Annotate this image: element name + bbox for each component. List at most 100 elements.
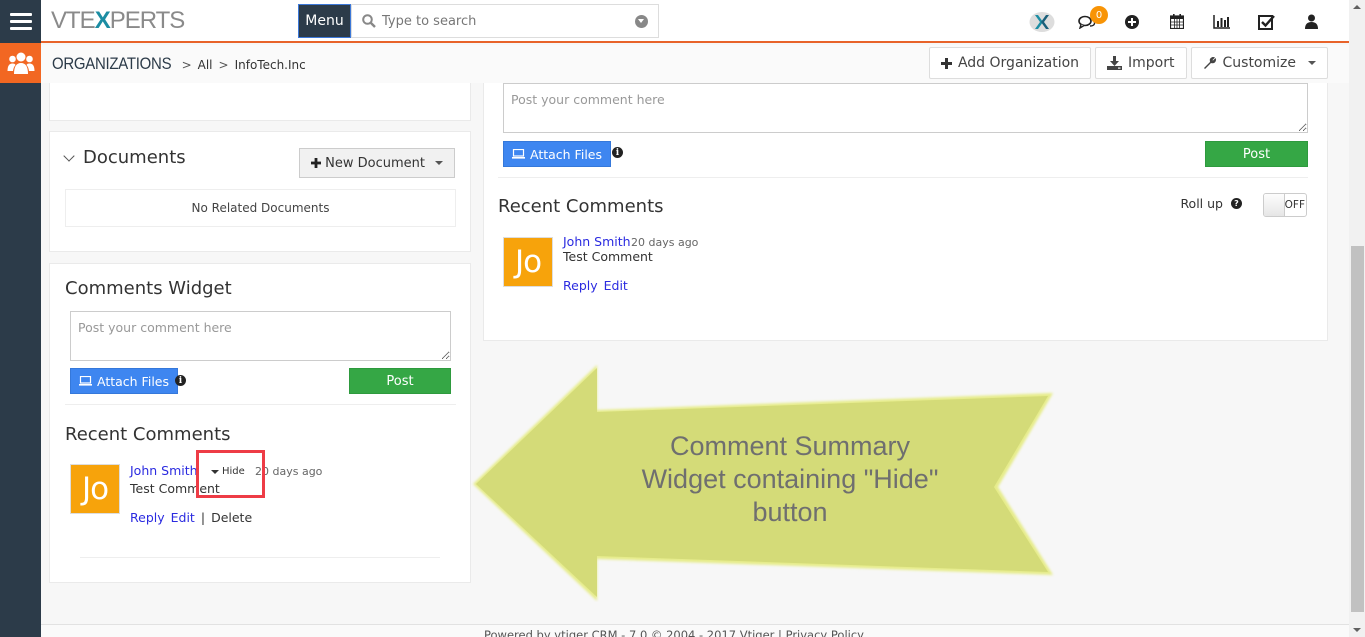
plus-icon [311,158,322,168]
breadcrumb-record[interactable]: InfoTech.Inc [235,58,306,72]
avatar: Jo [70,464,120,514]
comments-widget-title: Comments Widget [65,278,232,299]
annotation-text: Comment Summary Widget containing "Hide"… [620,430,960,529]
comment-author[interactable]: John Smith [563,234,631,249]
toggle-state: OFF [1284,199,1305,211]
annotation-line-1: Comment Summary [669,431,911,461]
recent-comments-title: Recent Comments [65,424,231,445]
comment-input[interactable] [70,311,451,361]
hamburger-menu-icon[interactable] [0,0,41,43]
reports-icon [1213,14,1230,29]
avatar: Jo [503,237,553,287]
user-icon [1305,14,1318,29]
help-icon[interactable]: ? [1231,198,1242,209]
chat-button[interactable]: 0 [1064,0,1109,43]
vtexperts-logo[interactable]: VTEXPERTS [51,7,186,35]
attach-files-button[interactable]: Attach Files [70,368,178,394]
delete-link[interactable]: Delete [211,510,252,525]
edit-link[interactable]: Edit [171,510,195,525]
chevron-down-icon[interactable] [63,149,75,162]
top-navbar: VTEXPERTS Menu Type to search 0 [41,0,1349,43]
search-input[interactable]: Type to search [382,14,476,29]
post-button[interactable]: Post [349,368,451,394]
left-rail [0,0,41,637]
customize-dropdown[interactable]: Customize [1190,47,1328,79]
summary-recent-comments-title: Recent Comments [498,196,664,217]
attach-files-label: Attach Files [530,146,602,162]
import-button[interactable]: Import [1095,47,1187,79]
header-actions: Add Organization Import Customize [928,47,1328,79]
footer: Powered by vtiger CRM - 7.0 © 2004 - 201… [41,624,1349,637]
logo-text-right: PERTS [109,7,186,34]
footer-text: Powered by vtiger CRM - 7.0 © 2004 - 201… [484,628,864,637]
new-document-button[interactable]: New Document [299,148,455,178]
scrollbar-thumb[interactable] [1351,246,1364,612]
organizations-module-icon[interactable] [0,43,41,83]
vertical-scrollbar[interactable] [1349,0,1365,637]
summary-post-button[interactable]: Post [1205,141,1308,167]
search-icon [362,14,376,28]
import-icon [1107,56,1123,70]
reply-link[interactable]: Reply [130,510,165,525]
edit-link[interactable]: Edit [604,278,628,293]
hide-highlight-box [196,450,265,498]
comment-author[interactable]: John Smith [130,463,198,478]
scroll-down-icon[interactable] [1353,628,1361,632]
reply-link[interactable]: Reply [563,278,598,293]
breadcrumb: ORGANIZATIONS > All > InfoTech.Inc [52,54,306,74]
toggle-knob [1264,194,1285,216]
breadcrumb-separator: > [181,58,192,72]
divider [65,404,456,405]
laptop-icon [79,376,92,386]
menu-button[interactable]: Menu [298,4,351,38]
comment-actions: Reply Edit [563,278,628,293]
divider [80,557,440,558]
summary-comment-input[interactable] [503,83,1308,133]
breadcrumb-all[interactable]: All [198,58,213,72]
add-organization-button[interactable]: Add Organization [928,47,1092,79]
comments-widget-panel: Comments Widget Attach Files i Post Rece… [49,263,471,583]
comment-time: 20 days ago [631,236,699,249]
customize-label: Customize [1222,55,1297,71]
global-search[interactable]: Type to search [351,4,659,38]
tasks-icon [1258,14,1275,30]
scroll-up-icon[interactable] [1353,5,1361,9]
documents-panel: Documents New Document No Related Docume… [49,131,471,252]
add-organization-label: Add Organization [957,55,1080,71]
annotation-arrow: Comment Summary Widget containing "Hide"… [470,362,1055,602]
calendar-icon [1169,14,1184,29]
caret-down-icon [1308,61,1316,65]
rollup-toggle[interactable]: OFF [1263,193,1307,217]
rollup-text: Roll up [1180,196,1223,211]
breadcrumb-separator: > [218,58,229,72]
divider [498,177,1308,178]
user-profile-button[interactable] [1289,0,1334,43]
annotation-line-3: button [752,497,828,527]
vtexperts-x-button[interactable] [1019,0,1064,43]
separator: | [200,510,206,525]
summary-comments-panel: Attach Files i Post Recent Comments Roll… [483,83,1328,341]
top-icon-bar: 0 [1019,0,1334,43]
info-icon[interactable]: i [612,147,623,158]
search-dropdown-icon[interactable] [635,15,648,28]
details-panel-clipped [49,83,471,121]
vtexperts-x-icon [1029,11,1054,32]
plus-circle-icon [1124,14,1139,29]
breadcrumb-module[interactable]: ORGANIZATIONS [52,54,172,74]
page-header: ORGANIZATIONS > All > InfoTech.Inc Add O… [41,45,1349,83]
documents-header[interactable]: Documents [63,147,186,168]
reports-button[interactable] [1199,0,1244,43]
info-icon[interactable]: i [175,375,186,386]
attach-files-label: Attach Files [97,373,169,389]
laptop-icon [512,149,525,159]
caret-down-icon [435,161,443,165]
summary-attach-files-button[interactable]: Attach Files [503,141,611,167]
import-label: Import [1128,55,1175,71]
annotation-line-2: Widget containing "Hide" [641,464,939,494]
comment-actions: Reply Edit | Delete [130,510,252,525]
rollup-label: Roll up ? [1180,196,1242,211]
tasks-button[interactable] [1244,0,1289,43]
wrench-icon [1203,56,1216,69]
quick-create-button[interactable] [1109,0,1154,43]
calendar-button[interactable] [1154,0,1199,43]
